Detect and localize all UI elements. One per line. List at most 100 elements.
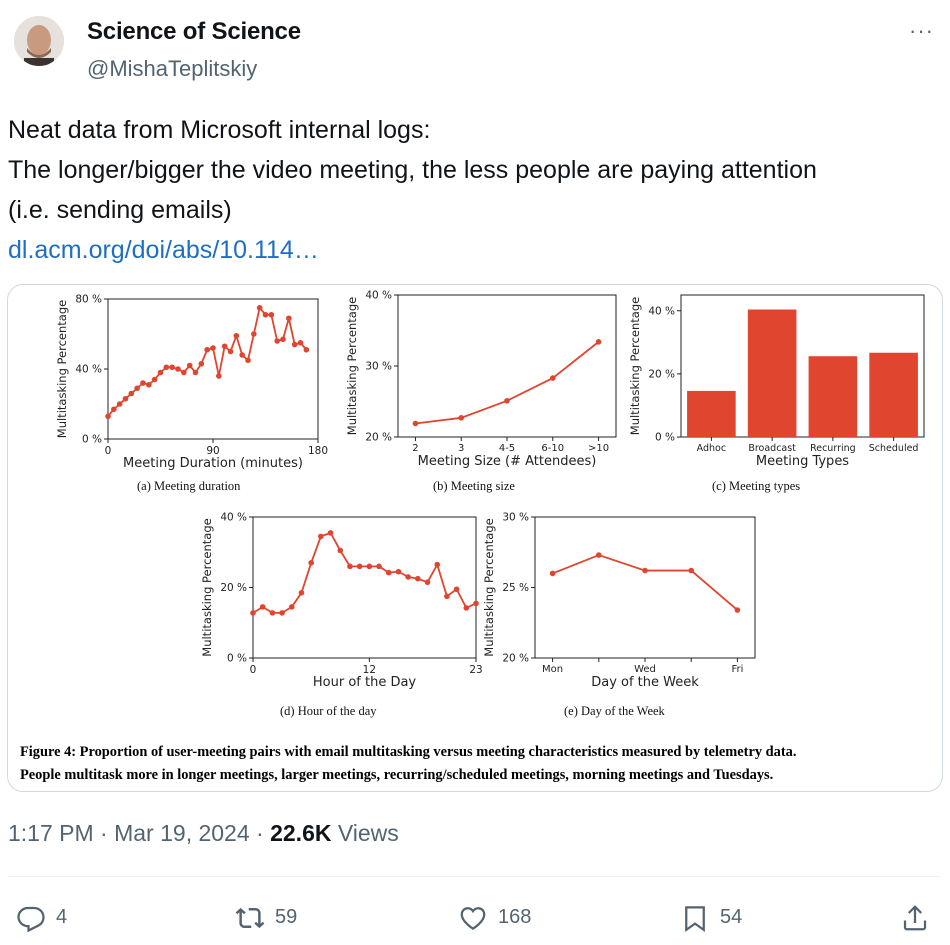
x-tick-label: 4-5	[499, 443, 515, 454]
author-name[interactable]: Science of Science	[87, 18, 301, 46]
data-point	[596, 552, 602, 558]
data-point	[163, 364, 170, 371]
y-tick-label: 25 %	[502, 582, 529, 594]
y-tick-label: 20 %	[365, 432, 392, 444]
data-point	[151, 376, 158, 383]
share-icon	[903, 904, 927, 930]
x-axis-label: Meeting Size (# Attendees)	[418, 454, 597, 469]
x-tick-label: Mon	[542, 664, 563, 675]
bookmark-button[interactable]: 54	[680, 895, 742, 940]
reply-icon	[17, 906, 45, 932]
repost-icon	[235, 907, 265, 928]
y-tick-label: 40 %	[365, 290, 392, 302]
data-point	[595, 339, 602, 345]
data-point	[204, 346, 210, 353]
y-tick-label: 0 %	[227, 653, 247, 665]
data-point	[268, 311, 275, 318]
data-point	[444, 593, 450, 600]
x-axis-label: Meeting Duration (minutes)	[123, 456, 303, 470]
meta-separator: ·	[100, 820, 108, 846]
x-tick-label: 3	[458, 443, 464, 454]
tweet-header: Science of Science @MishaTeplitskiy ···	[14, 14, 934, 84]
data-point	[105, 413, 111, 420]
data-point	[286, 315, 292, 322]
data-point	[269, 610, 276, 616]
x-tick-label: Wed	[634, 664, 656, 675]
x-tick-label: Fri	[731, 664, 743, 675]
data-point	[366, 563, 373, 570]
data-point	[337, 547, 344, 554]
tweet-line: The longer/bigger the video meeting, the…	[8, 156, 817, 184]
x-tick-label: Scheduled	[869, 443, 919, 454]
action-bar: 4 59 168 54	[0, 895, 950, 940]
data-point	[250, 610, 256, 616]
x-tick-label: 90	[206, 445, 219, 457]
x-tick-label: 6-10	[541, 443, 564, 454]
tweet-meta: 1:17 PM · Mar 19, 2024 · 22.6K Views	[8, 820, 399, 847]
data-point	[356, 563, 363, 570]
data-point	[186, 362, 193, 369]
data-point	[169, 364, 175, 371]
x-tick-label: 2	[412, 443, 418, 454]
more-icon[interactable]: ···	[909, 18, 934, 44]
chart-meeting-types: 0 % 20 % 40 % Multitasking Percentage Meetin…	[628, 294, 925, 469]
data-point	[251, 331, 257, 337]
y-tick-label: 30 %	[365, 361, 392, 373]
repost-count: 59	[275, 906, 298, 928]
data-point	[233, 332, 240, 339]
tweet-line: Neat data from Microsoft internal logs:	[8, 116, 431, 144]
data-point	[288, 604, 295, 610]
share-button[interactable]	[900, 895, 930, 940]
data-point	[308, 560, 314, 566]
data-point	[504, 397, 510, 404]
data-point	[395, 568, 402, 575]
data-point	[227, 348, 234, 355]
bookmark-icon	[685, 905, 705, 932]
x-axis-label: Meeting Types	[756, 454, 849, 469]
caption-a: (a) Meeting duration	[137, 479, 241, 493]
data-point	[473, 600, 479, 607]
divider	[8, 876, 940, 877]
data-point	[140, 380, 146, 386]
data-point	[122, 395, 129, 402]
x-axis-label: Hour of the Day	[313, 675, 417, 690]
avatar[interactable]	[14, 16, 64, 66]
y-axis-label: Multitasking Percentage	[55, 300, 69, 438]
y-tick-label: 30 %	[502, 512, 529, 524]
data-point	[146, 381, 152, 388]
y-tick-label: 80 %	[75, 294, 102, 306]
tweet-date[interactable]: Mar 19, 2024	[114, 820, 250, 846]
data-point	[347, 563, 353, 570]
y-tick-label: 0 %	[655, 432, 675, 444]
reply-button[interactable]: 4	[16, 895, 67, 940]
figure-caption: Figure 4: Proportion of user-meeting pai…	[20, 741, 935, 787]
tweet-link[interactable]: dl.acm.org/doi/abs/10.114…	[8, 230, 938, 270]
data-point	[415, 575, 421, 582]
like-button[interactable]: 168	[458, 895, 531, 940]
data-point	[192, 369, 199, 376]
views-count: 22.6K	[270, 820, 332, 846]
data-point	[221, 343, 228, 350]
data-point	[157, 369, 164, 376]
caption-b: (b) Meeting size	[433, 479, 515, 493]
repost-button[interactable]: 59	[235, 895, 297, 940]
data-point	[734, 607, 741, 613]
series-line	[415, 341, 600, 425]
caption-c: (c) Meeting types	[712, 479, 801, 493]
author-handle[interactable]: @MishaTeplitskiy	[87, 56, 257, 82]
data-point	[642, 567, 648, 574]
plot-frame	[534, 516, 756, 659]
plot-frame	[397, 294, 617, 438]
data-point	[175, 366, 181, 372]
data-point	[412, 420, 419, 427]
tweet-time[interactable]: 1:17 PM	[8, 820, 94, 846]
data-point	[303, 346, 310, 353]
data-point	[128, 390, 135, 397]
figure-caption-line: People multitask more in longer meetings…	[20, 767, 774, 783]
data-point	[279, 610, 285, 616]
caption-d: (d) Hour of the day	[280, 704, 377, 718]
tweet-image[interactable]: 0 % 40 % 80 % Multitasking Percentage Meetin…	[7, 284, 943, 792]
data-point	[376, 563, 382, 570]
data-point	[111, 406, 117, 413]
caption-e: (e) Day of the Week	[564, 704, 665, 718]
